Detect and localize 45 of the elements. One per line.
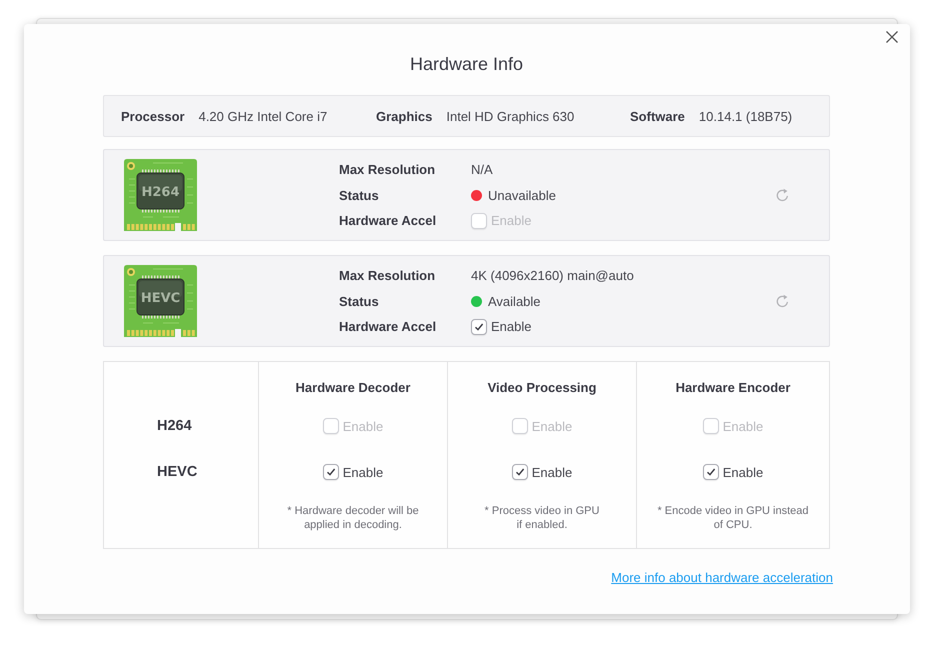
field-label: Status [339, 188, 380, 202]
summary-label: Graphics [376, 108, 432, 124]
field-label: Status [339, 294, 380, 308]
field-label: Hardware Accel [339, 213, 438, 228]
summary-label: Software [630, 108, 685, 124]
field-label: Max Resolution [339, 162, 436, 177]
checkbox[interactable] [702, 464, 719, 480]
checkbox-label[interactable]: Enable [532, 464, 572, 480]
field-value: N/A [471, 162, 493, 177]
checkbox[interactable] [512, 464, 528, 480]
checkmark-icon [706, 467, 716, 477]
field-label: Hardware Accel [339, 319, 438, 334]
checkbox-label[interactable]: Enable [722, 464, 764, 480]
chip-label: H264 [141, 185, 180, 200]
column-header: Hardware Encoder [676, 380, 790, 394]
checkbox[interactable] [471, 318, 487, 334]
status-value: Unavailable [488, 188, 556, 202]
refresh-icon[interactable] [775, 188, 790, 202]
checkbox-label[interactable]: Enable [342, 464, 384, 480]
field-label: Max Resolution [339, 268, 436, 283]
checkbox[interactable] [322, 464, 339, 480]
help-link[interactable]: More info about hardware acceleration [611, 570, 833, 585]
refresh-icon[interactable] [775, 294, 790, 308]
footnote: * Encode video in GPU instead of CPU. [657, 505, 809, 532]
checkmark-icon [514, 467, 525, 477]
dialog-title: Hardware Info [410, 53, 524, 75]
row-label: HEVC [157, 464, 198, 480]
checkmark-icon [326, 467, 336, 477]
footnote: * Process video in GPU if enabled. [484, 505, 600, 532]
checkbox-label[interactable]: Enable [491, 319, 532, 334]
column-header: Hardware Decoder [296, 380, 410, 394]
summary-value: 10.14.1 (18B75) [698, 108, 792, 124]
status-value: Available [488, 294, 541, 308]
footnote: * Hardware decoder will be applied in decoding. [287, 505, 419, 532]
close-icon[interactable] [886, 31, 898, 43]
summary-value: Intel HD Graphics 630 [446, 108, 574, 124]
checkmark-icon [474, 322, 484, 332]
row-label: H264 [157, 418, 192, 434]
circuit-board-icon [124, 159, 197, 231]
circuit-board-icon [124, 265, 197, 337]
field-value: 4K (4096x2160) main@auto [471, 268, 634, 283]
summary-value: 4.20 GHz Intel Core i7 [198, 108, 328, 124]
summary-label: Processor [121, 108, 185, 124]
column-header: Video Processing [488, 380, 596, 394]
chip-label: HEVC [140, 291, 180, 306]
